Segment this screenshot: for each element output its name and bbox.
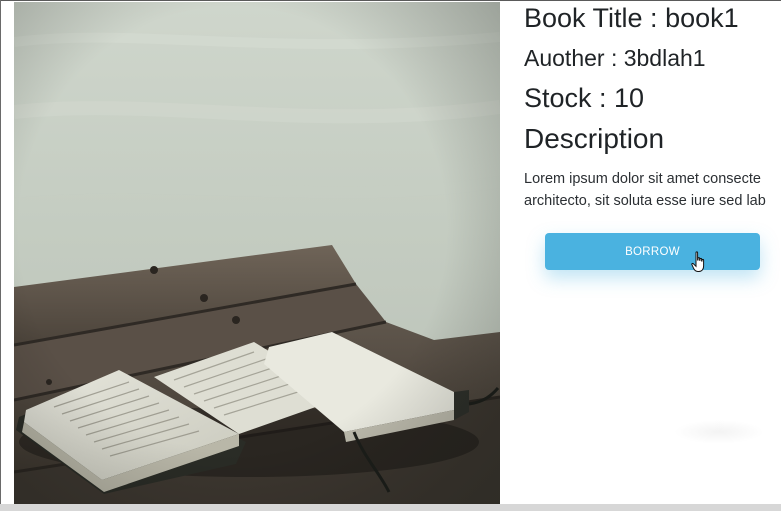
- bottom-bar: [0, 504, 781, 511]
- description-line: Lorem ipsum dolor sit amet consecte: [524, 171, 761, 187]
- book-author: Auother : 3bdlah1: [524, 45, 706, 71]
- background-smudge: [674, 420, 764, 444]
- left-border: [0, 0, 1, 511]
- borrow-button[interactable]: BORROW: [545, 233, 760, 270]
- hand-pointer-icon: [691, 251, 705, 272]
- book-title: Book Title : book1: [524, 3, 739, 33]
- description-line: architecto, sit soluta esse iure sed lab: [524, 193, 766, 209]
- description-heading: Description: [524, 123, 665, 154]
- book-stock: Stock : 10: [524, 83, 645, 113]
- book-photo-illustration: [14, 2, 500, 505]
- book-detail-page: Book Title : book1 Auother : 3bdlah1 Sto…: [0, 0, 781, 511]
- book-details-panel: Book Title : book1 Auother : 3bdlah1 Sto…: [524, 0, 781, 511]
- description-text: Lorem ipsum dolor sit amet consecte arch…: [524, 168, 781, 212]
- book-cover-image: [14, 2, 500, 505]
